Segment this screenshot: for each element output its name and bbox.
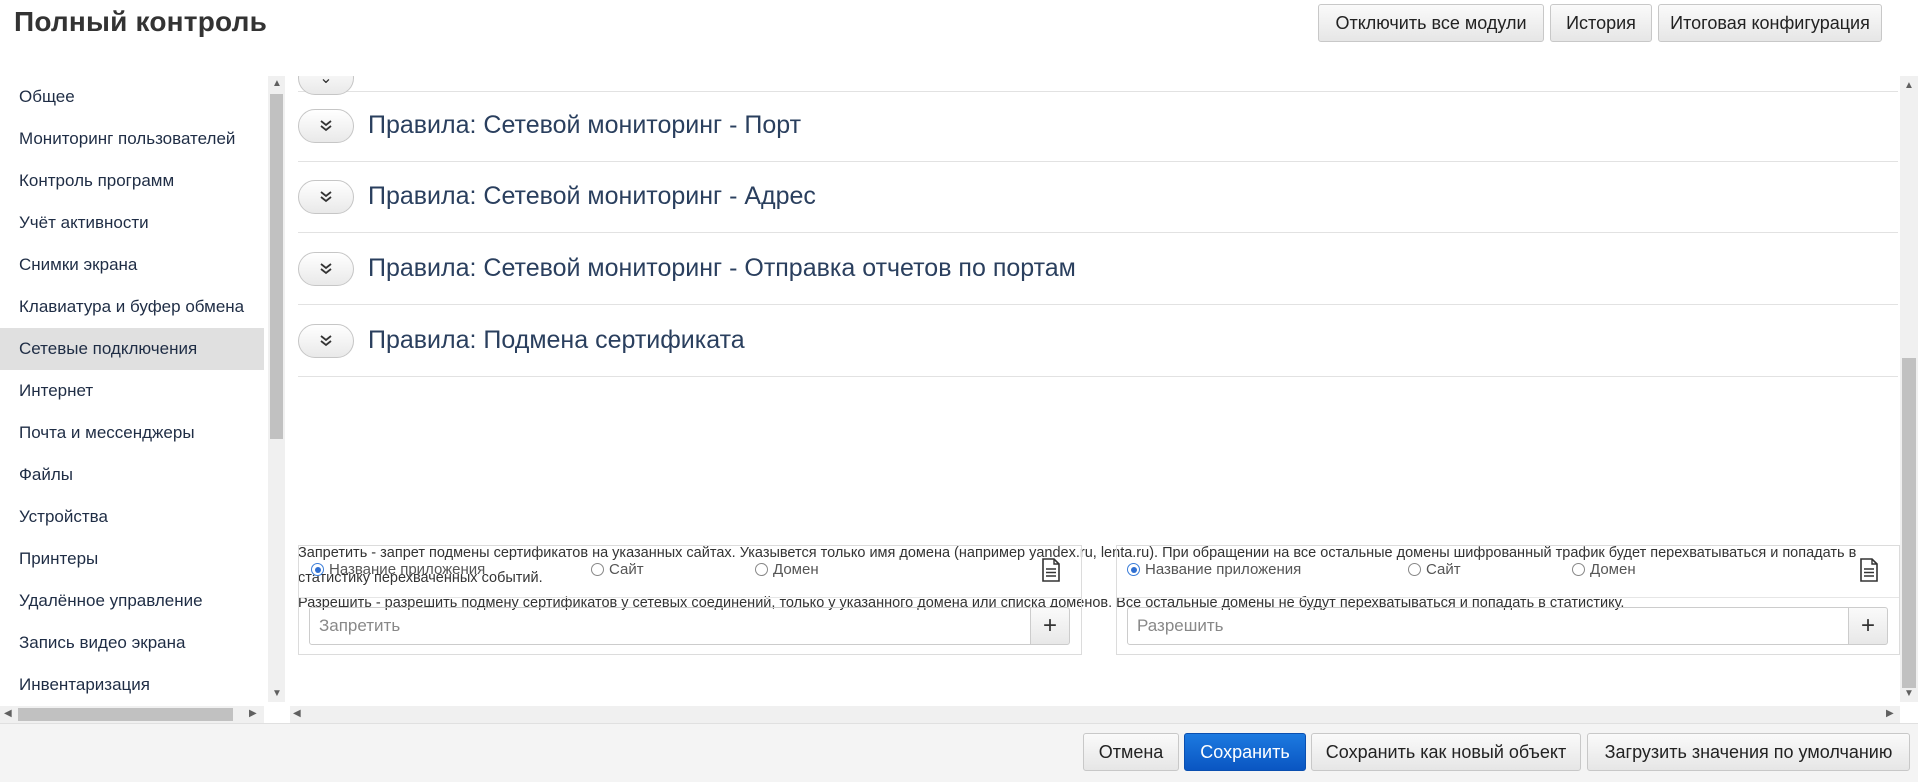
- sidebar: Общее Мониторинг пользователей Контроль …: [0, 76, 268, 706]
- sidebar-item-printers[interactable]: Принтеры: [0, 538, 264, 580]
- section-title: Правила: Подмена сертификата: [368, 326, 745, 354]
- double-chevron-down-icon: [320, 191, 332, 203]
- radio-app-name[interactable]: Название приложения: [1127, 561, 1301, 578]
- section-title: Правила: Сетевой мониторинг - Порт: [368, 111, 802, 139]
- allow-add-button[interactable]: +: [1848, 607, 1888, 645]
- section-address-rules: Правила: Сетевой мониторинг - Адрес: [298, 162, 1898, 233]
- radio-label: Название приложения: [329, 561, 486, 578]
- save-as-new-button[interactable]: Сохранить как новый объект: [1311, 733, 1581, 771]
- radio-label: Домен: [773, 561, 819, 578]
- sidebar-item-devices[interactable]: Устройства: [0, 496, 264, 538]
- allow-type-row: Название приложения Сайт Домен: [1117, 546, 1899, 598]
- scrollbar-thumb[interactable]: [18, 708, 233, 721]
- final-configuration-button[interactable]: Итоговая конфигурация: [1658, 4, 1882, 42]
- sidebar-item-inventory[interactable]: Инвентаризация: [0, 664, 264, 706]
- app-title: Полный контроль: [14, 6, 268, 37]
- sidebar-item-keyboard[interactable]: Клавиатура и буфер обмена: [0, 286, 264, 328]
- sidebar-item-user-monitoring[interactable]: Мониторинг пользователей: [0, 118, 264, 160]
- radio-unchecked-icon[interactable]: [1408, 563, 1421, 576]
- radio-label: Домен: [1590, 561, 1636, 578]
- radio-site[interactable]: Сайт: [591, 561, 644, 578]
- expand-toggle[interactable]: [298, 252, 354, 286]
- section-port-rules: Правила: Сетевой мониторинг - Порт: [298, 91, 1898, 162]
- section-cut-off: ⌄: [298, 76, 1898, 95]
- history-button[interactable]: История: [1550, 4, 1652, 42]
- radio-domain[interactable]: Домен: [755, 561, 819, 578]
- deny-input[interactable]: Запретить: [309, 607, 1031, 645]
- scroll-left-arrow-icon[interactable]: ◀: [293, 708, 301, 719]
- sidebar-item-internet[interactable]: Интернет: [0, 370, 264, 412]
- load-defaults-button[interactable]: Загрузить значения по умолчанию: [1587, 733, 1910, 771]
- allow-input[interactable]: Разрешить: [1127, 607, 1849, 645]
- disable-all-modules-button[interactable]: Отключить все модули: [1318, 4, 1544, 42]
- section-title: Правила: Сетевой мониторинг - Адрес: [368, 182, 816, 210]
- scrollbar-thumb[interactable]: [270, 94, 283, 439]
- main-horizontal-scrollbar[interactable]: ◀ ▶: [290, 706, 1900, 723]
- expand-toggle[interactable]: [298, 109, 354, 143]
- sidebar-item-video[interactable]: Запись видео экрана: [0, 622, 264, 664]
- save-button[interactable]: Сохранить: [1184, 733, 1306, 771]
- deny-panel: Название приложения Сайт Домен Запретить…: [298, 545, 1082, 655]
- double-chevron-down-icon: [320, 335, 332, 347]
- scroll-up-arrow-icon[interactable]: ▲: [1904, 80, 1914, 91]
- sidebar-item-mail[interactable]: Почта и мессенджеры: [0, 412, 264, 454]
- scroll-up-arrow-icon[interactable]: ▲: [272, 78, 282, 89]
- sidebar-vertical-scrollbar[interactable]: ▲ ▼: [268, 76, 285, 702]
- cancel-button[interactable]: Отмена: [1083, 733, 1179, 771]
- section-title: Правила: Сетевой мониторинг - Отправка о…: [368, 254, 1076, 282]
- sidebar-item-activity[interactable]: Учёт активности: [0, 202, 264, 244]
- section-port-reports-rules: Правила: Сетевой мониторинг - Отправка о…: [298, 234, 1898, 305]
- document-list-icon[interactable]: [1041, 558, 1061, 582]
- sidebar-item-files[interactable]: Файлы: [0, 454, 264, 496]
- double-chevron-down-icon: [320, 120, 332, 132]
- expand-toggle[interactable]: [298, 324, 354, 358]
- scroll-down-arrow-icon[interactable]: ▼: [1904, 688, 1914, 699]
- deny-type-row: Название приложения Сайт Домен: [299, 546, 1081, 598]
- radio-unchecked-icon[interactable]: [1572, 563, 1585, 576]
- scroll-right-arrow-icon[interactable]: ▶: [249, 708, 257, 719]
- double-chevron-down-icon: [320, 263, 332, 275]
- radio-label: Сайт: [1426, 561, 1461, 578]
- radio-unchecked-icon[interactable]: [755, 563, 768, 576]
- sidebar-item-remote[interactable]: Удалённое управление: [0, 580, 264, 622]
- footer-bar: Отмена Сохранить Сохранить как новый объ…: [0, 723, 1918, 782]
- double-chevron-down-icon: ⌄: [319, 76, 333, 87]
- scroll-left-arrow-icon[interactable]: ◀: [4, 708, 12, 719]
- sidebar-horizontal-scrollbar[interactable]: ◀ ▶: [0, 706, 264, 723]
- sidebar-item-screenshots[interactable]: Снимки экрана: [0, 244, 264, 286]
- scrollbar-thumb[interactable]: [1902, 358, 1916, 688]
- sidebar-item-network[interactable]: Сетевые подключения: [0, 328, 264, 370]
- section-certificate-rules: Правила: Подмена сертификата: [298, 306, 1898, 377]
- expand-toggle[interactable]: [298, 180, 354, 214]
- main-vertical-scrollbar[interactable]: ▲ ▼: [1900, 76, 1918, 702]
- radio-label: Название приложения: [1145, 561, 1302, 578]
- sidebar-item-program-control[interactable]: Контроль программ: [0, 160, 264, 202]
- radio-site[interactable]: Сайт: [1408, 561, 1461, 578]
- radio-checked-icon[interactable]: [1127, 563, 1140, 576]
- deny-add-button[interactable]: +: [1030, 607, 1070, 645]
- scroll-right-arrow-icon[interactable]: ▶: [1886, 708, 1894, 719]
- scroll-down-arrow-icon[interactable]: ▼: [272, 688, 282, 699]
- allow-panel: Название приложения Сайт Домен Разрешить…: [1116, 545, 1900, 655]
- radio-domain[interactable]: Домен: [1572, 561, 1636, 578]
- document-list-icon[interactable]: [1859, 558, 1879, 582]
- radio-app-name[interactable]: Название приложения: [311, 561, 485, 578]
- radio-checked-icon[interactable]: [311, 563, 324, 576]
- radio-label: Сайт: [609, 561, 644, 578]
- sidebar-item-general[interactable]: Общее: [0, 76, 264, 118]
- radio-unchecked-icon[interactable]: [591, 563, 604, 576]
